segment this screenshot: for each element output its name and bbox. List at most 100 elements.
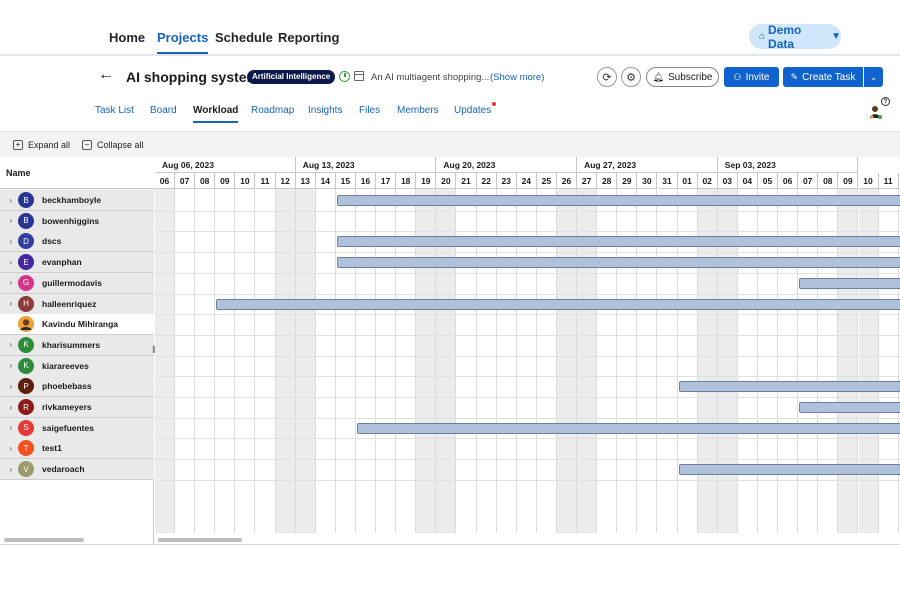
timeline-scrollbar[interactable] bbox=[158, 538, 242, 542]
row-divider bbox=[155, 459, 900, 461]
workload-bar[interactable] bbox=[336, 257, 900, 269]
workload-bar[interactable] bbox=[799, 402, 900, 413]
day-header: 03 bbox=[717, 173, 738, 189]
week-header: Aug 20, 2023 bbox=[436, 157, 578, 173]
row-divider bbox=[155, 438, 900, 440]
workload-bar[interactable] bbox=[357, 422, 900, 434]
day-header: 09 bbox=[215, 173, 236, 189]
day-header: 12 bbox=[275, 173, 296, 189]
avatar: E bbox=[18, 254, 34, 271]
day-header: 10 bbox=[235, 173, 256, 189]
member-row[interactable]: › Ssaigefuentes bbox=[0, 417, 154, 439]
user-avatar-icon[interactable] bbox=[870, 105, 882, 119]
expand-row-chevron-icon[interactable]: › bbox=[0, 361, 12, 370]
invite-button[interactable]: ⚇ Invite bbox=[724, 67, 779, 87]
day-header: 24 bbox=[516, 173, 537, 189]
row-divider bbox=[155, 417, 900, 419]
expand-row-chevron-icon[interactable]: › bbox=[0, 278, 12, 287]
member-row[interactable]: › Bbowenhiggins bbox=[0, 210, 154, 232]
create-task-button[interactable]: ✎ Create Task bbox=[783, 67, 863, 87]
member-row[interactable]: › Rrivkameyers bbox=[0, 397, 154, 418]
workload-bar[interactable] bbox=[336, 195, 900, 206]
tab-members[interactable]: Members bbox=[397, 105, 439, 116]
member-row[interactable]: › Vvedaroach bbox=[0, 459, 154, 481]
nav-schedule[interactable]: Schedule bbox=[215, 30, 273, 45]
member-row[interactable]: › Kkharisummers bbox=[0, 334, 154, 356]
member-row[interactable]: › Ddscs bbox=[0, 231, 154, 253]
member-name: phoebebass bbox=[42, 381, 92, 392]
expand-row-chevron-icon[interactable]: › bbox=[0, 196, 12, 205]
member-name: rivkameyers bbox=[42, 402, 92, 412]
help-icon[interactable]: ? bbox=[881, 97, 890, 106]
member-row[interactable]: › Kkiarareeves bbox=[0, 355, 154, 377]
day-header: 11 bbox=[255, 173, 276, 189]
workload-bar[interactable] bbox=[678, 381, 900, 393]
member-row[interactable]: › Pphoebebass bbox=[0, 376, 154, 398]
day-header: 25 bbox=[536, 173, 557, 189]
demo-data-button[interactable]: ⌂ Demo Data ▼ bbox=[749, 22, 841, 51]
expand-row-chevron-icon[interactable]: › bbox=[0, 237, 12, 246]
workload-bar[interactable] bbox=[799, 277, 900, 289]
tab-task-list[interactable]: Task List bbox=[95, 105, 134, 116]
tab-updates[interactable]: Updates bbox=[454, 102, 497, 116]
week-label: Aug 20, 2023 bbox=[443, 160, 496, 170]
name-header-label: Name bbox=[6, 168, 31, 178]
nav-reporting[interactable]: Reporting bbox=[278, 30, 339, 45]
expand-row-chevron-icon[interactable]: › bbox=[0, 382, 12, 391]
avatar: K bbox=[18, 357, 34, 374]
tab-workload[interactable]: Workload bbox=[193, 105, 239, 123]
workload-bar[interactable] bbox=[216, 298, 900, 310]
expand-row-chevron-icon[interactable]: › bbox=[0, 465, 12, 474]
expand-row-chevron-icon[interactable]: › bbox=[0, 216, 12, 225]
collapse-all-label: Collapse all bbox=[97, 140, 144, 150]
member-list-panel: Name › Bbeckhamboyle › Bbowenhiggins › Ddscs ›… bbox=[0, 157, 154, 544]
day-header: 23 bbox=[496, 173, 517, 189]
member-row[interactable]: › Gguillermodavis bbox=[0, 272, 154, 294]
tab-roadmap[interactable]: Roadmap bbox=[251, 105, 294, 116]
demo-data-label: Demo Data bbox=[768, 22, 802, 51]
day-header: 19 bbox=[416, 173, 437, 189]
avatar: V bbox=[18, 461, 34, 478]
tab-insights[interactable]: Insights bbox=[308, 105, 342, 116]
row-divider bbox=[155, 210, 900, 212]
left-panel-scrollbar[interactable] bbox=[4, 538, 84, 542]
member-row[interactable]: Kavindu Mihiranga bbox=[0, 314, 154, 336]
expand-row-chevron-icon[interactable]: › bbox=[0, 340, 12, 349]
member-row[interactable]: › Bbeckhamboyle bbox=[0, 190, 154, 211]
workload-bar[interactable] bbox=[336, 236, 900, 248]
create-task-dropdown[interactable]: ⌄ bbox=[864, 67, 883, 87]
settings-button[interactable]: ⚙ bbox=[621, 67, 641, 87]
avatar bbox=[18, 316, 34, 333]
expand-row-chevron-icon[interactable]: › bbox=[0, 403, 12, 412]
refresh-button[interactable]: ⟳ bbox=[597, 67, 617, 87]
day-header: 11 bbox=[878, 173, 899, 189]
member-row[interactable]: › Hhalleenriquez bbox=[0, 293, 154, 315]
nav-home[interactable]: Home bbox=[109, 30, 145, 45]
bell-icon: 🔔︎ bbox=[652, 71, 664, 82]
tab-files[interactable]: Files bbox=[359, 105, 380, 116]
week-label: Sep 03, 2023 bbox=[724, 160, 776, 170]
back-arrow-icon[interactable]: ← bbox=[98, 66, 114, 84]
expand-row-chevron-icon[interactable]: › bbox=[0, 423, 12, 432]
day-header: 13 bbox=[295, 173, 316, 189]
week-header: Aug 13, 2023 bbox=[295, 157, 437, 173]
collapse-all-button[interactable]: − Collapse all bbox=[82, 140, 144, 150]
nav-projects[interactable]: Projects bbox=[157, 30, 209, 54]
show-more-link[interactable]: (Show more) bbox=[490, 72, 544, 83]
expand-row-chevron-icon[interactable]: › bbox=[0, 299, 12, 308]
day-header: 27 bbox=[577, 173, 598, 189]
expand-row-chevron-icon[interactable]: › bbox=[0, 444, 12, 453]
expand-row-chevron-icon[interactable]: › bbox=[0, 258, 12, 267]
row-divider bbox=[155, 252, 900, 254]
tab-board[interactable]: Board bbox=[150, 105, 177, 116]
expand-all-button[interactable]: + Expand all bbox=[13, 140, 70, 150]
name-column-header: Name bbox=[0, 157, 154, 189]
member-row[interactable]: › Ttest1 bbox=[0, 438, 154, 460]
day-header: 07 bbox=[798, 173, 819, 189]
subscribe-button[interactable]: 🔔︎ Subscribe bbox=[646, 67, 719, 87]
day-header: 10 bbox=[858, 173, 879, 189]
chevron-down-icon: ⌄ bbox=[869, 71, 878, 82]
member-row[interactable]: › Eevanphan bbox=[0, 252, 154, 274]
workload-bar[interactable] bbox=[678, 464, 900, 476]
member-name: dscs bbox=[42, 236, 62, 247]
